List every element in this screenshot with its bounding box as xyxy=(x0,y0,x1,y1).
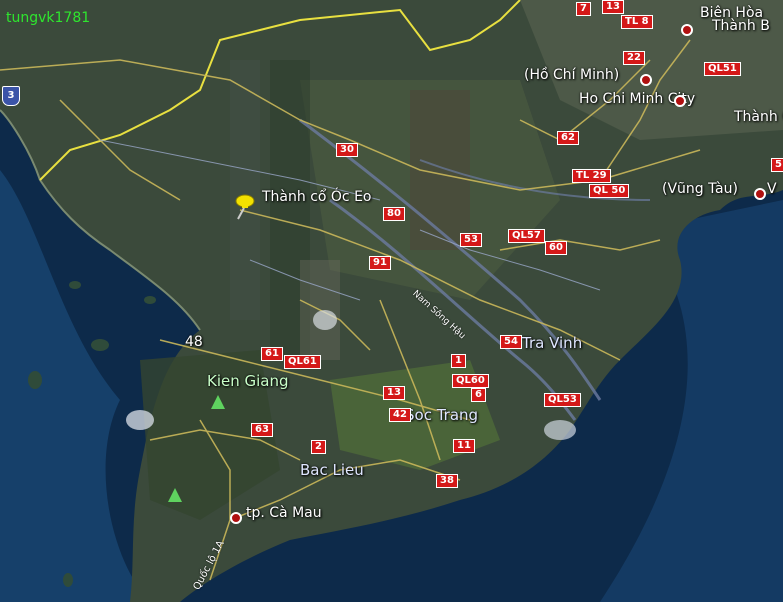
watermark: tungvk1781 xyxy=(6,10,91,26)
road-marker-62[interactable]: 62 xyxy=(557,131,579,145)
road-marker-2[interactable]: 2 xyxy=(311,440,326,454)
road-marker-7[interactable]: 7 xyxy=(576,2,591,16)
road-marker-60[interactable]: 60 xyxy=(545,241,567,255)
place-label-hcm-paren[interactable]: (Hồ Chí Minh) xyxy=(524,67,619,83)
city-dot-hcm-city[interactable] xyxy=(674,95,686,107)
place-label-bac-lieu[interactable]: Bac Lieu xyxy=(300,461,364,479)
road-marker-53[interactable]: 53 xyxy=(460,233,482,247)
road-marker-ql60[interactable]: QL60 xyxy=(452,374,489,388)
road-marker-22[interactable]: 22 xyxy=(623,51,645,65)
city-dot-ca-mau[interactable] xyxy=(230,512,242,524)
park-tree-icon[interactable] xyxy=(211,395,225,409)
place-label-thanh-c[interactable]: Thành C xyxy=(734,109,783,125)
road-marker-91[interactable]: 91 xyxy=(369,256,391,270)
place-label-tra-vinh[interactable]: Tra Vinh xyxy=(522,334,582,352)
road-marker-tl8[interactable]: TL 8 xyxy=(621,15,653,29)
road-marker-61[interactable]: 61 xyxy=(261,347,283,361)
road-marker-80[interactable]: 80 xyxy=(383,207,405,221)
road-marker-5[interactable]: 5 xyxy=(771,158,783,172)
road-marker-ql61[interactable]: QL61 xyxy=(284,355,321,369)
city-dot-hcm[interactable] xyxy=(640,74,652,86)
road-marker-13b[interactable]: 13 xyxy=(383,386,405,400)
place-label-soc-trang[interactable]: Soc Trang xyxy=(405,406,478,424)
place-label-ca-mau[interactable]: tp. Cà Mau xyxy=(246,505,322,521)
place-label-kien-giang[interactable]: Kien Giang xyxy=(207,372,289,390)
road-marker-tl29[interactable]: TL 29 xyxy=(572,169,611,183)
road-marker-ql50[interactable]: QL 50 xyxy=(589,184,630,198)
pushpin-icon[interactable] xyxy=(232,192,256,224)
city-dot-vung-tau[interactable] xyxy=(754,188,766,200)
road-marker-6[interactable]: 6 xyxy=(471,388,486,402)
road-marker-11[interactable]: 11 xyxy=(453,439,475,453)
city-dot-bien-hoa[interactable] xyxy=(681,24,693,36)
road-marker-ql51[interactable]: QL51 xyxy=(704,62,741,76)
road-marker-54[interactable]: 54 xyxy=(500,335,522,349)
road-marker-ql57[interactable]: QL57 xyxy=(508,229,545,243)
road-marker-38[interactable]: 38 xyxy=(436,474,458,488)
road-marker-30[interactable]: 30 xyxy=(336,143,358,157)
place-label-v[interactable]: V xyxy=(767,181,777,197)
road-marker-42[interactable]: 42 xyxy=(389,408,411,422)
park-tree-icon[interactable] xyxy=(168,488,182,502)
road-marker-63[interactable]: 63 xyxy=(251,423,273,437)
place-label-thanh-b[interactable]: Thành B xyxy=(712,18,770,34)
satellite-map[interactable]: tungvk1781 3 Thành cổ Óc Eo Biên Hòa Thà… xyxy=(0,0,783,602)
place-label-48[interactable]: 48 xyxy=(185,334,203,350)
place-label-vung-tau[interactable]: (Vũng Tàu) xyxy=(662,181,738,197)
highway-shield-3[interactable]: 3 xyxy=(2,86,20,106)
place-label-oc-eo[interactable]: Thành cổ Óc Eo xyxy=(262,189,372,205)
road-marker-13[interactable]: 13 xyxy=(602,0,624,14)
road-marker-1[interactable]: 1 xyxy=(451,354,466,368)
road-marker-ql53[interactable]: QL53 xyxy=(544,393,581,407)
